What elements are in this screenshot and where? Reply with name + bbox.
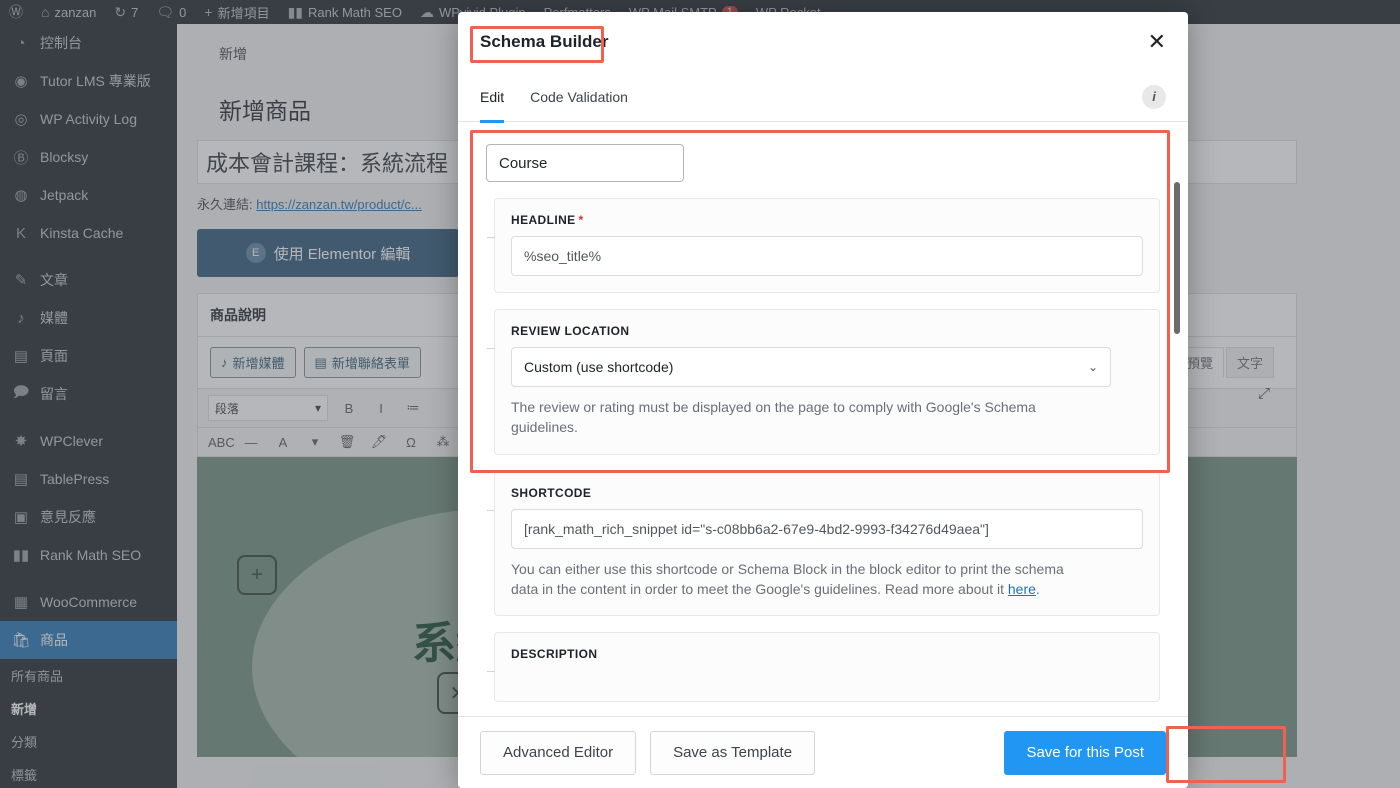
modal-footer: Advanced Editor Save as Template Save fo… — [458, 716, 1188, 788]
save-as-template-button[interactable]: Save as Template — [650, 730, 816, 775]
tab-code-validation[interactable]: Code Validation — [530, 72, 628, 122]
review-location-select[interactable]: Custom (use shortcode) ⌄ — [511, 347, 1111, 387]
save-for-this-post-button[interactable]: Save for this Post — [1004, 730, 1166, 775]
field-label: HEADLINE * — [511, 213, 1143, 227]
review-location-value: Custom (use shortcode) — [524, 359, 674, 375]
advanced-editor-button[interactable]: Advanced Editor — [480, 730, 637, 775]
schema-builder-modal: Schema Builder ✕ Edit Code Validation i … — [458, 12, 1188, 788]
shortcode-help: You can either use this shortcode or Sch… — [511, 559, 1071, 600]
shortcode-label: SHORTCODE — [511, 485, 592, 500]
screen-root: Ⓦ ⌂ zanzan ↻ 7 🗨 0 + 新增項目 ▮▮ Rank Math S… — [0, 0, 1400, 788]
field-shortcode: SHORTCODE [rank_math_rich_snippet id="s-… — [487, 470, 1160, 617]
shortcode-help-text: You can either use this shortcode or Sch… — [511, 560, 1064, 597]
headline-value: %seo_title% — [524, 248, 602, 264]
close-icon[interactable]: ✕ — [1148, 31, 1166, 53]
modal-tab-bar: Edit Code Validation i — [458, 72, 1188, 123]
info-icon[interactable]: i — [1142, 84, 1166, 109]
required-asterisk: * — [578, 213, 584, 227]
shortcode-help-link[interactable]: here — [1008, 581, 1036, 597]
modal-body: Course HEADLINE * %seo_title% REVIEW LOCA… — [458, 122, 1188, 716]
headline-input[interactable]: %seo_title% — [511, 236, 1143, 276]
chevron-down-icon: ⌄ — [1087, 360, 1098, 374]
schema-type-input[interactable]: Course — [486, 144, 684, 182]
schema-type-value: Course — [499, 154, 548, 172]
field-description: DESCRIPTION — [487, 632, 1160, 703]
shortcode-input[interactable]: [rank_math_rich_snippet id="s-c08bb6a2-6… — [511, 508, 1143, 549]
modal-title: Schema Builder — [480, 32, 609, 51]
shortcode-value: [rank_math_rich_snippet id="s-c08bb6a2-6… — [524, 520, 989, 537]
shortcode-help-period: . — [1035, 580, 1040, 597]
review-location-label: REVIEW LOCATION — [511, 324, 630, 338]
description-label: DESCRIPTION — [511, 647, 598, 662]
modal-header: Schema Builder ✕ — [458, 12, 1188, 72]
review-location-help: The review or rating must be displayed o… — [511, 399, 1036, 436]
field-review-location: REVIEW LOCATION Custom (use shortcode) ⌄… — [487, 309, 1160, 455]
modal-scrollbar-thumb[interactable] — [1174, 182, 1180, 334]
headline-label: HEADLINE — [511, 213, 576, 227]
tab-edit[interactable]: Edit — [480, 72, 505, 123]
field-headline: HEADLINE * %seo_title% — [487, 198, 1160, 293]
modal-scrollbar-track[interactable] — [1174, 124, 1184, 714]
